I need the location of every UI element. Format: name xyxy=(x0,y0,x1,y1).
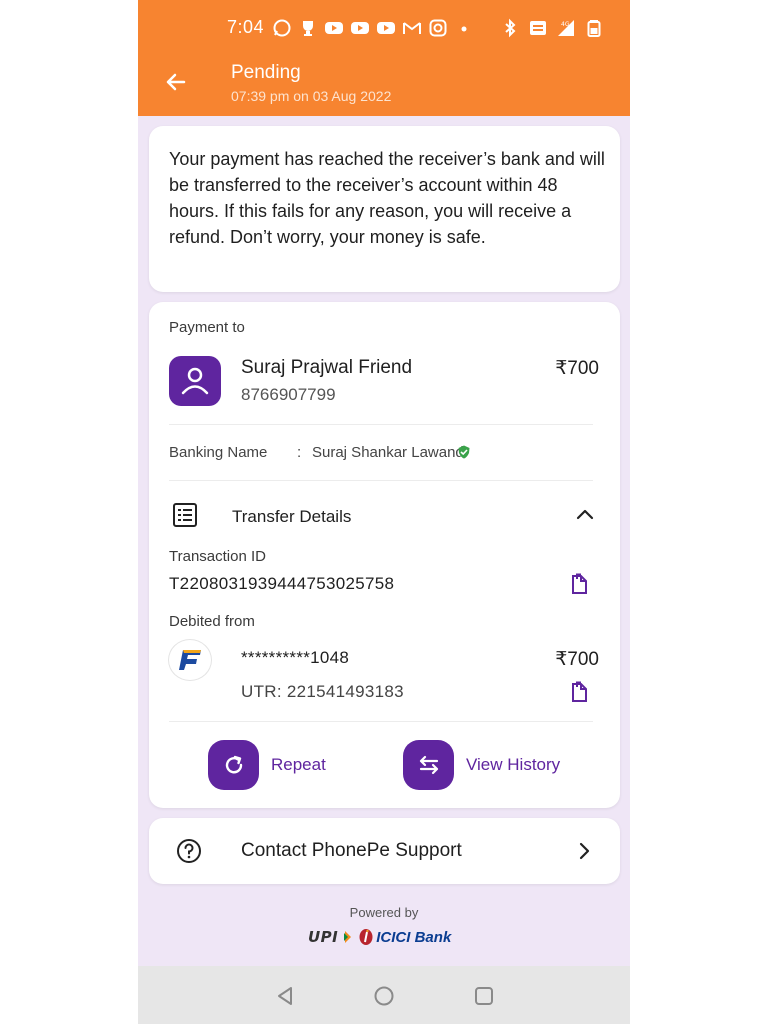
system-nav-bar xyxy=(138,966,630,1024)
whatsapp-icon xyxy=(273,19,291,37)
battery-icon xyxy=(587,20,601,37)
repeat-icon xyxy=(225,755,242,774)
nav-home-icon[interactable] xyxy=(372,984,396,1008)
banking-name-value: Suraj Shankar Lawand xyxy=(312,444,464,461)
copy-transaction-id-icon[interactable] xyxy=(570,573,590,595)
payment-to-label: Payment to xyxy=(169,319,245,336)
back-arrow-icon[interactable] xyxy=(162,68,190,96)
icici-bank-logo: ICICI Bank xyxy=(358,928,451,946)
upi-arrow-icon xyxy=(344,931,352,943)
upi-logo: UPI xyxy=(308,928,339,946)
utr-number: UTR: 221541493183 xyxy=(241,682,404,701)
bluetooth-icon xyxy=(505,18,516,38)
divider xyxy=(169,721,593,722)
view-history-icon-wrap xyxy=(403,740,454,790)
payee-phone: 8766907799 xyxy=(241,385,336,404)
repeat-label: Repeat xyxy=(271,755,326,774)
system-icons: 4G xyxy=(500,18,604,38)
payee-avatar[interactable] xyxy=(169,356,221,406)
instagram-icon xyxy=(429,19,447,37)
receipt-list-icon xyxy=(173,503,197,527)
pending-message-card: Your payment has reached the receiver’s … xyxy=(149,126,620,292)
payee-name: Suraj Prajwal Friend xyxy=(241,357,413,378)
icici-bank-text: ICICI Bank xyxy=(376,928,452,946)
view-history-label: View History xyxy=(466,755,561,774)
banking-name-label: Banking Name xyxy=(169,444,268,461)
status-bar: 7:04 4G xyxy=(138,14,630,44)
page-title: Pending xyxy=(231,62,301,83)
debited-amount: ₹700 xyxy=(555,649,599,670)
banking-name-separator: : xyxy=(297,444,302,461)
youtube-icon xyxy=(351,22,369,34)
payment-amount: ₹700 xyxy=(555,358,599,379)
transaction-id-value: T2208031939444753025758 xyxy=(169,574,395,593)
debited-from-label: Debited from xyxy=(169,613,255,630)
copy-utr-icon[interactable] xyxy=(570,681,590,703)
view-history-button[interactable]: View History xyxy=(403,740,560,790)
verified-check-icon xyxy=(458,445,470,459)
payment-details-card: Payment to Suraj Prajwal Friend 87669077… xyxy=(149,302,620,808)
notification-icons xyxy=(272,18,474,38)
youtube-icon xyxy=(325,22,343,34)
gmail-icon xyxy=(403,22,421,34)
contact-support-row[interactable]: Contact PhonePe Support xyxy=(149,818,620,884)
user-icon xyxy=(181,367,209,395)
transaction-id-label: Transaction ID xyxy=(169,548,266,565)
repeat-icon-wrap xyxy=(208,740,259,790)
signal-4g-icon: 4G xyxy=(558,20,574,36)
pending-message-text: Your payment has reached the receiver’s … xyxy=(169,149,605,247)
chevron-right-icon xyxy=(579,842,590,860)
status-time: 7:04 xyxy=(227,17,265,37)
nav-recents-icon[interactable] xyxy=(472,984,496,1008)
contact-support-label: Contact PhonePe Support xyxy=(241,840,462,861)
page-subtitle-timestamp: 07:39 pm on 03 Aug 2022 xyxy=(231,88,392,104)
chevron-up-icon[interactable] xyxy=(574,504,596,526)
repeat-button[interactable]: Repeat xyxy=(208,740,326,790)
volte-icon xyxy=(530,21,546,35)
federal-bank-logo-icon xyxy=(179,650,201,670)
powered-by-label: Powered by xyxy=(349,905,419,920)
swap-arrows-icon xyxy=(419,755,438,775)
divider xyxy=(169,480,593,481)
trophy-icon xyxy=(303,21,313,36)
dot-icon xyxy=(461,26,467,32)
nav-back-icon[interactable] xyxy=(273,984,297,1008)
youtube-icon xyxy=(377,22,395,34)
debited-account-number: **********1048 xyxy=(241,648,350,667)
icici-mark-icon xyxy=(359,929,373,945)
svg-text:4G: 4G xyxy=(561,21,570,28)
phone-screen: 7:04 4G Pending 07:39 pm on 03 Aug 2022 xyxy=(138,0,630,1024)
bank-logo xyxy=(169,640,211,680)
help-question-icon xyxy=(177,839,201,863)
app-header: 7:04 4G Pending 07:39 pm on 03 Aug 2022 xyxy=(138,0,630,116)
transfer-details-title[interactable]: Transfer Details xyxy=(232,507,351,527)
divider xyxy=(169,424,593,425)
partner-logos: UPI ICICI Bank xyxy=(308,928,451,946)
